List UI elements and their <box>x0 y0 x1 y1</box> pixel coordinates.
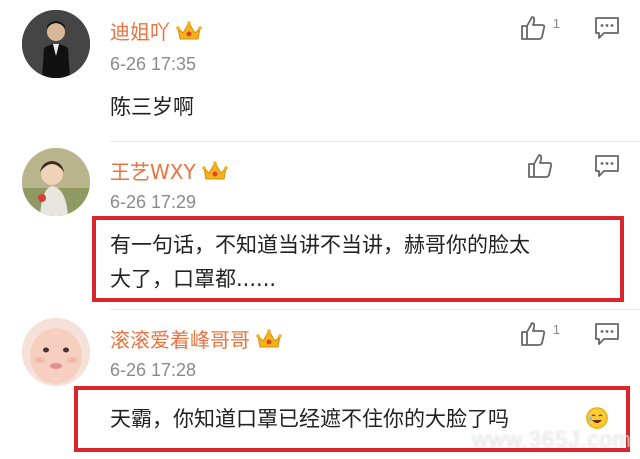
watermark: www.365J.com <box>472 427 632 452</box>
comment-actions <box>526 152 620 180</box>
like-count: 1 <box>552 16 560 31</box>
timestamp: 6-26 17:28 <box>110 360 197 380</box>
thumbs-up-icon <box>528 154 553 178</box>
comment-item-1: 迪姐吖 6-26 17:35 陈三岁啊 1 <box>0 0 640 145</box>
comment-item-2: 王艺WXY 6-26 17:29 有一句话，不知道当讲不当讲，赫哥你的脸太 大了… <box>0 142 640 310</box>
avatar[interactable] <box>22 148 90 216</box>
thumbs-up-icon <box>520 322 545 346</box>
username[interactable]: 王艺WXY <box>110 156 228 185</box>
reply-icon[interactable] <box>594 321 620 347</box>
username[interactable]: 滚滚爱着峰哥哥 <box>110 324 282 353</box>
avatar[interactable] <box>22 10 90 78</box>
like-button[interactable] <box>526 152 560 180</box>
avatar[interactable] <box>22 318 90 386</box>
comment-actions: 1 <box>519 320 620 348</box>
reply-icon[interactable] <box>594 15 620 41</box>
like-button[interactable]: 1 <box>519 14 560 42</box>
reply-icon[interactable] <box>594 153 620 179</box>
crown-icon <box>201 160 228 182</box>
like-button[interactable]: 1 <box>519 320 560 348</box>
laughing-emoji-icon <box>586 407 608 429</box>
comment-text-line: 有一句话，不知道当讲不当讲，赫哥你的脸太 <box>110 233 530 257</box>
username[interactable]: 迪姐吖 <box>110 16 202 45</box>
comment-text-line: 大了，口罩都...... <box>110 267 277 291</box>
crown-icon <box>176 20 202 42</box>
username-text[interactable]: 迪姐吖 <box>110 16 170 45</box>
comment-text: 天霸，你知道口罩已经遮不住你的大脸了吗 <box>110 407 509 431</box>
timestamp: 6-26 17:35 <box>110 54 197 74</box>
comment-actions: 1 <box>519 14 620 42</box>
username-text[interactable]: 王艺WXY <box>110 156 196 185</box>
crown-icon <box>256 328 282 350</box>
comment-text: 有一句话，不知道当讲不当讲，赫哥你的脸太 大了，口罩都...... <box>110 228 530 296</box>
comment-text: 陈三岁啊 <box>110 95 194 119</box>
timestamp: 6-26 17:29 <box>110 192 197 212</box>
username-text[interactable]: 滚滚爱着峰哥哥 <box>110 324 250 353</box>
like-count: 1 <box>552 322 560 337</box>
thumbs-up-icon <box>520 16 545 40</box>
